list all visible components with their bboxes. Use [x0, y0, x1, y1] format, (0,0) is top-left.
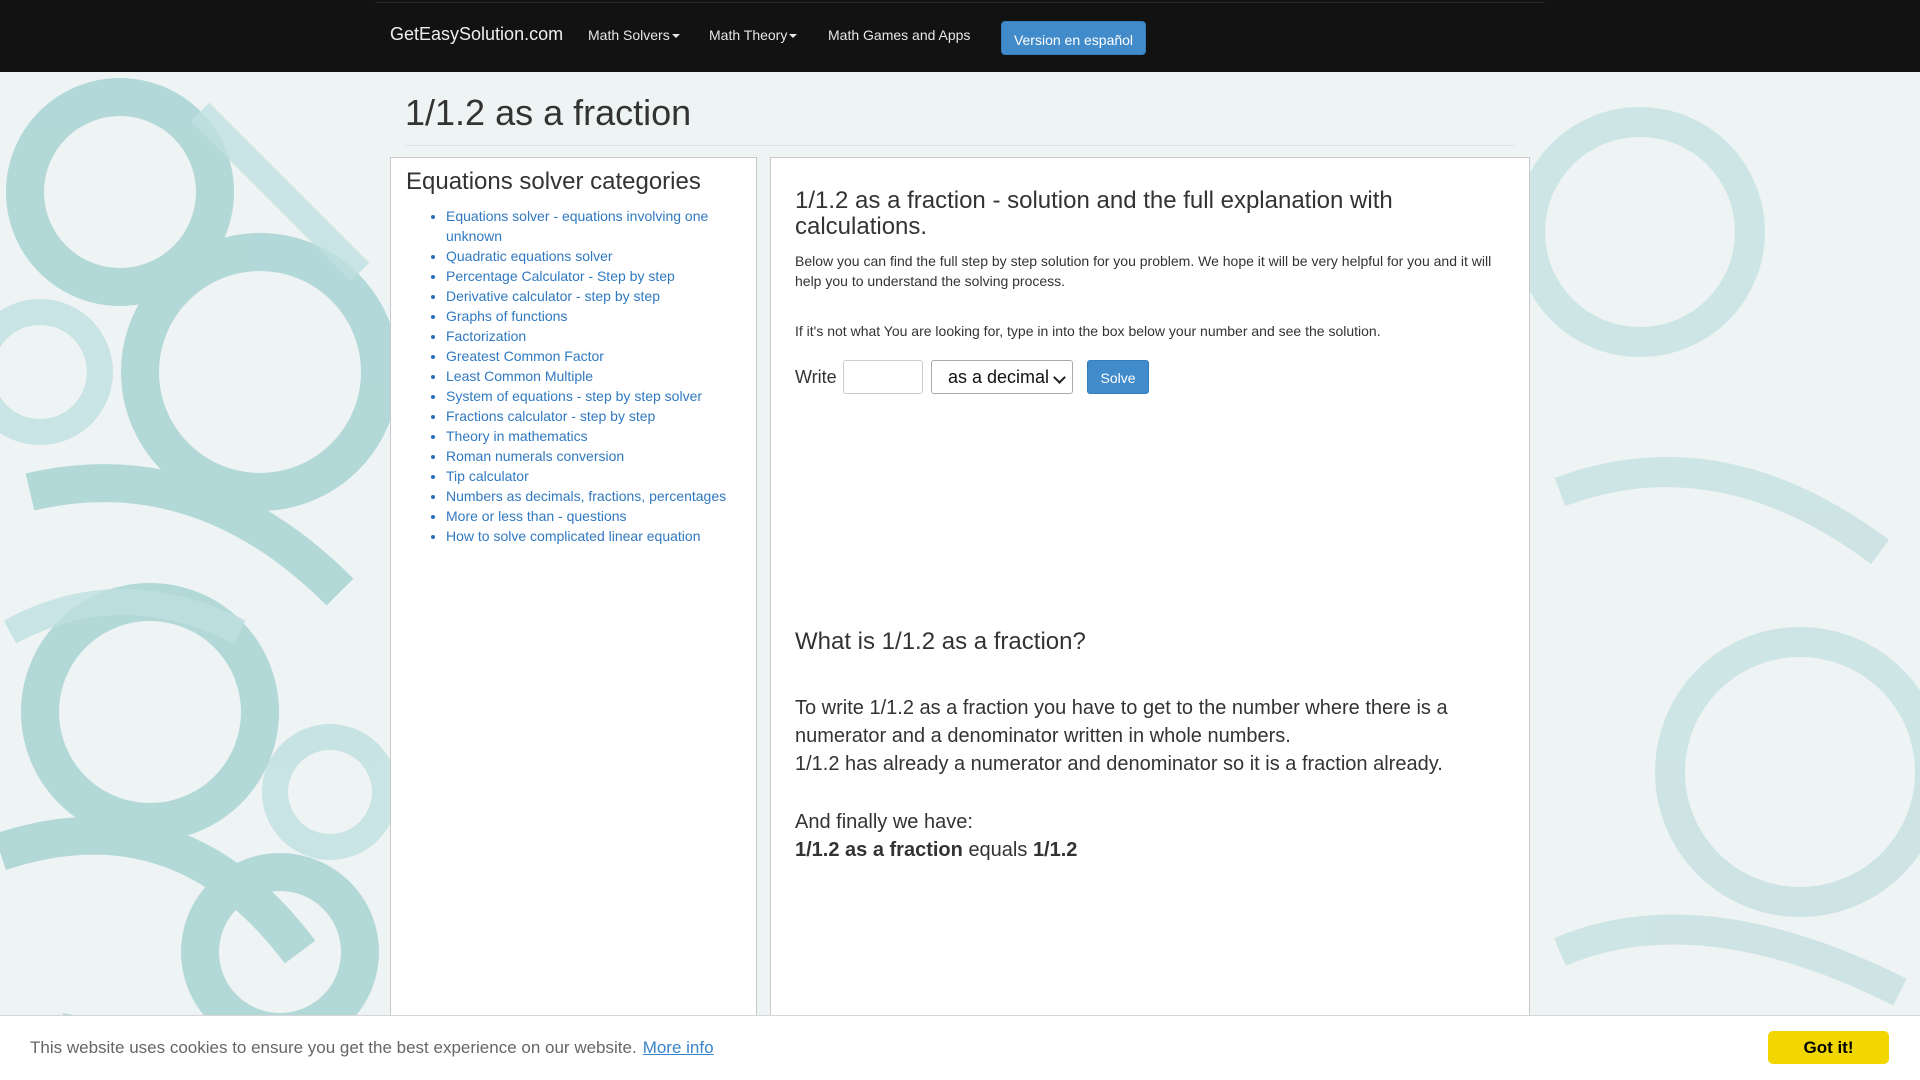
final-intro: And finally we have: [795, 811, 973, 833]
explanation-text: To write 1/1.2 as a fraction you have to… [795, 694, 1505, 778]
number-input[interactable] [843, 360, 923, 394]
sidebar-panel: Equations solver categories Equations so… [390, 157, 757, 1057]
category-link[interactable]: Greatest Common Factor [446, 348, 604, 364]
got-it-button[interactable]: Got it! [1768, 1031, 1889, 1064]
final-bold-label: 1/1.2 as a fraction [795, 839, 963, 861]
list-item: Percentage Calculator - Step by step [446, 266, 746, 286]
conversion-select-value: as a decimal [948, 367, 1050, 387]
category-link[interactable]: Roman numerals conversion [446, 448, 624, 464]
nav-math-solvers-label: Math Solvers [588, 27, 670, 43]
write-label: Write [795, 367, 837, 387]
list-item: Derivative calculator - step by step [446, 286, 746, 306]
category-link[interactable]: Factorization [446, 328, 526, 344]
page-title: 1/1.2 as a fraction [405, 92, 692, 133]
solve-button[interactable]: Solve [1087, 360, 1149, 394]
list-item: Numbers as decimals, fractions, percenta… [446, 486, 746, 506]
category-link[interactable]: How to solve complicated linear equation [446, 528, 700, 544]
spanish-version-button[interactable]: Version en español [1001, 21, 1146, 55]
list-item: Equations solver - equations involving o… [446, 206, 746, 246]
brand-link[interactable]: GetEasySolution.com [390, 24, 563, 45]
list-item: Tip calculator [446, 466, 746, 486]
category-link[interactable]: Percentage Calculator - Step by step [446, 268, 675, 284]
category-list: Equations solver - equations involving o… [406, 206, 746, 546]
list-item: Graphs of functions [446, 306, 746, 326]
list-item: Least Common Multiple [446, 366, 746, 386]
title-divider [405, 145, 1515, 146]
nav-math-solvers[interactable]: Math Solvers [588, 27, 680, 43]
chevron-down-icon [1053, 371, 1066, 384]
category-link[interactable]: Numbers as decimals, fractions, percenta… [446, 488, 726, 504]
question-heading: What is 1/1.2 as a fraction? [795, 628, 1086, 655]
list-item: Fractions calculator - step by step [446, 406, 746, 426]
top-navbar: GetEasySolution.com Math Solvers Math Th… [0, 0, 1920, 72]
list-item: Theory in mathematics [446, 426, 746, 446]
list-item: Greatest Common Factor [446, 346, 746, 366]
category-link[interactable]: Equations solver - equations involving o… [446, 208, 708, 244]
hint-text: If it's not what You are looking for, ty… [795, 323, 1381, 339]
category-link[interactable]: Least Common Multiple [446, 368, 593, 384]
nav-math-games[interactable]: Math Games and Apps [828, 27, 970, 43]
category-link[interactable]: Theory in mathematics [446, 428, 588, 444]
cookie-message: This website uses cookies to ensure you … [30, 1038, 714, 1058]
explanation-line-2: 1/1.2 has already a numerator and denomi… [795, 753, 1443, 775]
nav-math-theory[interactable]: Math Theory [709, 27, 798, 43]
conversion-select[interactable]: as a decimal [931, 360, 1073, 394]
category-link[interactable]: Tip calculator [446, 468, 529, 484]
more-info-link[interactable]: More info [643, 1038, 714, 1057]
sidebar-heading: Equations solver categories [406, 168, 701, 195]
solve-form: Write as a decimal Solve [795, 360, 1195, 394]
intro-text: Below you can find the full step by step… [795, 253, 1492, 289]
category-link[interactable]: Fractions calculator - step by step [446, 408, 655, 424]
list-item: More or less than - questions [446, 506, 746, 526]
caret-down-icon [789, 34, 798, 39]
list-item: Factorization [446, 326, 746, 346]
nav-math-theory-label: Math Theory [709, 27, 788, 43]
category-link[interactable]: More or less than - questions [446, 508, 627, 524]
final-answer: And finally we have: 1/1.2 as a fraction … [795, 808, 1505, 864]
explanation-line-1: To write 1/1.2 as a fraction you have to… [795, 697, 1448, 747]
solution-heading: 1/1.2 as a fraction - solution and the f… [795, 187, 1393, 240]
final-result: 1/1.2 [1032, 839, 1078, 861]
category-link[interactable]: Graphs of functions [446, 308, 567, 324]
final-equals: equals [968, 839, 1028, 861]
list-item: Roman numerals conversion [446, 446, 746, 466]
category-link[interactable]: Quadratic equations solver [446, 248, 613, 264]
cookie-banner: This website uses cookies to ensure you … [0, 1015, 1920, 1080]
nav-math-games-label: Math Games and Apps [828, 27, 971, 43]
cookie-text: This website uses cookies to ensure you … [30, 1038, 637, 1057]
main-content-panel: 1/1.2 as a fraction - solution and the f… [770, 157, 1530, 1057]
category-link[interactable]: Derivative calculator - step by step [446, 288, 660, 304]
list-item: How to solve complicated linear equation [446, 526, 746, 546]
navbar-container: GetEasySolution.com Math Solvers Math Th… [375, 2, 1545, 73]
category-link[interactable]: System of equations - step by step solve… [446, 388, 702, 404]
list-item: System of equations - step by step solve… [446, 386, 746, 406]
caret-down-icon [671, 34, 680, 39]
list-item: Quadratic equations solver [446, 246, 746, 266]
